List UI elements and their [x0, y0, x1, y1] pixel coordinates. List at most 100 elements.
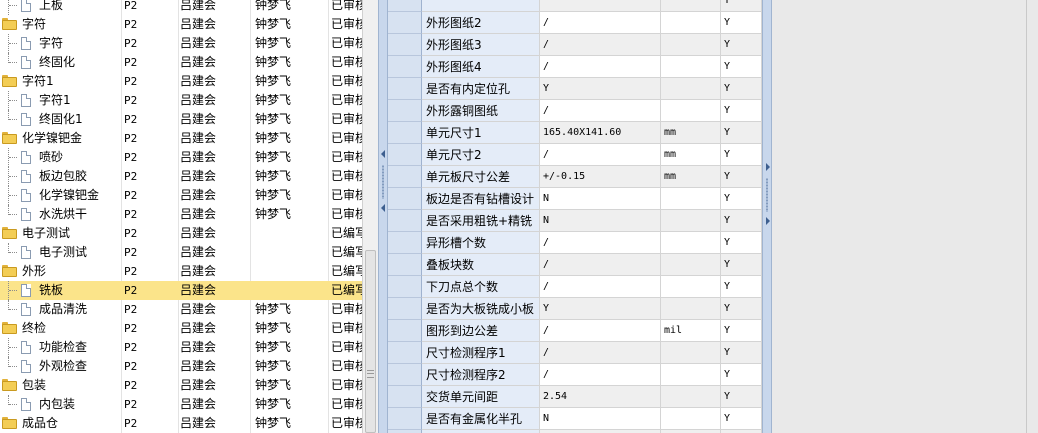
tree-item-row[interactable]: 水洗烘干 P2 吕建会 钟梦飞 已审核 — [0, 205, 362, 224]
tree-item-row[interactable]: 功能检查 P2 吕建会 钟梦飞 已审核 — [0, 338, 362, 357]
param-value-cell[interactable]: 165.40X141.60 — [540, 122, 661, 144]
grid-row[interactable]: 交货单元间距 2.54 Y — [388, 386, 762, 408]
param-value-cell[interactable]: / — [540, 144, 661, 166]
tree-scrollbar[interactable] — [362, 0, 379, 433]
tree-group-row[interactable]: 字符1 P2 吕建会 钟梦飞 已审核 — [0, 72, 362, 91]
tree-node[interactable]: 终检 — [0, 319, 120, 338]
param-value-cell[interactable]: / — [540, 12, 661, 34]
tree-node[interactable]: 化学镍钯金 — [0, 186, 120, 205]
tree-node[interactable]: 字符 — [0, 34, 120, 53]
tree-item-row[interactable]: 喷砂 P2 吕建会 钟梦飞 已审核 — [0, 148, 362, 167]
collapse-right-icon[interactable] — [766, 217, 770, 225]
tree-item-row[interactable]: 字符 P2 吕建会 钟梦飞 已审核 — [0, 34, 362, 53]
collapse-right-icon[interactable] — [766, 163, 770, 171]
parameter-grid[interactable]: Y 外形图纸2/Y 外形图纸3/Y 外形图纸4/Y 是否有内定位孔 Y Y 外形露铜图纸 / Y 单… — [388, 0, 762, 433]
grid-row[interactable]: 单元尺寸1 165.40X141.60 mm Y — [388, 122, 762, 144]
grid-row[interactable]: 单元尺寸2/mm Y — [388, 144, 762, 166]
grid-row[interactable]: 板边是否有钻槽设计 N Y — [388, 188, 762, 210]
right-splitter[interactable] — [762, 0, 772, 433]
tree-group-row[interactable]: 字符 P2 吕建会 钟梦飞 已审核 — [0, 15, 362, 34]
param-value-cell[interactable]: / — [540, 100, 661, 122]
param-value-cell[interactable]: / — [540, 276, 661, 298]
version-cell: P2 — [124, 303, 138, 316]
param-value-cell[interactable]: / — [540, 342, 661, 364]
param-value-cell[interactable]: / — [540, 232, 661, 254]
param-value-cell[interactable]: / — [540, 34, 661, 56]
tree-line — [9, 309, 17, 310]
collapse-left-icon[interactable] — [381, 150, 385, 158]
param-value-cell[interactable]: N — [540, 210, 661, 232]
tree-group-row[interactable]: 包装 P2 吕建会 钟梦飞 已审核 — [0, 376, 362, 395]
tree-group-row[interactable]: 电子测试 P2 吕建会 已编写 — [0, 224, 362, 243]
grid-row[interactable]: 单元板尺寸公差 +/-0.15 mm Y — [388, 166, 762, 188]
param-value-cell[interactable]: 2.54 — [540, 386, 661, 408]
param-value-cell[interactable]: +/-0.15 — [540, 166, 661, 188]
tree-group-row[interactable]: 终检 P2 吕建会 钟梦飞 已审核 — [0, 319, 362, 338]
param-value-cell[interactable]: Y — [540, 298, 661, 320]
param-value-cell[interactable]: Y — [540, 78, 661, 100]
grid-row[interactable]: 是否有金属化半孔 N Y — [388, 408, 762, 430]
tree-node[interactable]: 外观检查 — [0, 357, 120, 376]
tree-item-row[interactable]: 终固化1 P2 吕建会 钟梦飞 已审核 — [0, 110, 362, 129]
tree-node[interactable]: 水洗烘干 — [0, 205, 120, 224]
grid-row[interactable]: 是否有内定位孔 Y Y — [388, 78, 762, 100]
tree-node[interactable]: 终固化 — [0, 53, 120, 72]
tree-node[interactable]: 内包装 — [0, 395, 120, 414]
tree-item-row[interactable]: 外观检查 P2 吕建会 钟梦飞 已审核 — [0, 357, 362, 376]
tree-group-row[interactable]: 外形 P2 吕建会 已编写 — [0, 262, 362, 281]
tree-item-row[interactable]: 内包装 P2 吕建会 钟梦飞 已审核 — [0, 395, 362, 414]
grid-row[interactable]: 图形到边公差 / mil Y — [388, 320, 762, 342]
grid-row[interactable]: 外形图纸3/ Y — [388, 34, 762, 56]
param-value-cell[interactable]: / — [540, 320, 661, 342]
tree-item-row[interactable]: 铣板 P2 吕建会 已编写 — [0, 281, 362, 300]
param-value-cell[interactable]: N — [540, 408, 661, 430]
tree-node[interactable]: 铣板 — [0, 281, 120, 300]
tree-node[interactable]: 化学镍钯金 — [0, 129, 120, 148]
tree-node[interactable]: 电子测试 — [0, 243, 120, 262]
param-unit-cell — [661, 342, 721, 364]
grid-row[interactable]: 异形槽个数 / Y — [388, 232, 762, 254]
tree-item-row[interactable]: 字符1 P2 吕建会 钟梦飞 已审核 — [0, 91, 362, 110]
grid-row[interactable]: 外形露铜图纸 / Y — [388, 100, 762, 122]
scrollbar-thumb[interactable] — [365, 250, 376, 433]
tree-node[interactable]: 上板 — [0, 0, 120, 15]
tree-group-row[interactable]: 化学镍钯金 P2 吕建会 钟梦飞 已审核 — [0, 129, 362, 148]
tree-node[interactable]: 外形 — [0, 262, 120, 281]
tree-node[interactable]: 字符1 — [0, 72, 120, 91]
grid-row[interactable]: 叠板块数 / Y — [388, 254, 762, 276]
grid-row[interactable]: 尺寸检测程序2/ Y — [388, 364, 762, 386]
tree-node[interactable]: 字符1 — [0, 91, 120, 110]
grid-row[interactable]: Y — [388, 0, 762, 12]
param-value-cell[interactable] — [540, 0, 661, 12]
tree-item-row[interactable]: 化学镍钯金 P2 吕建会 钟梦飞 已审核 — [0, 186, 362, 205]
tree-item-row[interactable]: 上板 P2 吕建会 钟梦飞 已审核 — [0, 0, 362, 15]
grid-row[interactable]: 外形图纸2/ Y — [388, 12, 762, 34]
grid-row[interactable]: 是否为大板铣成小板 Y Y — [388, 298, 762, 320]
tree-node[interactable]: 成品仓 — [0, 414, 120, 433]
process-tree[interactable]: 上板 P2 吕建会 钟梦飞 已审核 字符 P2 吕建会 钟梦飞 已审核 字符 P2 吕建会 钟梦飞 已审核终… — [0, 0, 362, 433]
tree-node[interactable]: 电子测试 — [0, 224, 120, 243]
grid-row[interactable]: 下刀点总个数 / Y — [388, 276, 762, 298]
tree-item-row[interactable]: 电子测试 P2 吕建会 已编写 — [0, 243, 362, 262]
tree-group-row[interactable]: 成品仓 P2 吕建会 钟梦飞 已审核 — [0, 414, 362, 433]
tree-node[interactable]: 终固化1 — [0, 110, 120, 129]
tree-item-row[interactable]: 板边包胶 P2 吕建会 钟梦飞 已审核 — [0, 167, 362, 186]
tree-node[interactable]: 成品清洗 — [0, 300, 120, 319]
tree-node[interactable]: 包装 — [0, 376, 120, 395]
grid-row[interactable]: 外形图纸4/ Y — [388, 56, 762, 78]
grid-row[interactable]: 尺寸检测程序1/ Y — [388, 342, 762, 364]
param-value-cell[interactable]: / — [540, 254, 661, 276]
author-cell: 吕建会 — [180, 17, 217, 31]
tree-item-row[interactable]: 终固化 P2 吕建会 钟梦飞 已审核 — [0, 53, 362, 72]
tree-node[interactable]: 字符 — [0, 15, 120, 34]
collapse-left-icon[interactable] — [381, 204, 385, 212]
param-value-cell[interactable]: N — [540, 188, 661, 210]
tree-node[interactable]: 板边包胶 — [0, 167, 120, 186]
param-value-cell[interactable]: / — [540, 364, 661, 386]
tree-item-row[interactable]: 成品清洗 P2 吕建会 钟梦飞 已审核 — [0, 300, 362, 319]
tree-node[interactable]: 功能检查 — [0, 338, 120, 357]
tree-node[interactable]: 喷砂 — [0, 148, 120, 167]
param-value-cell[interactable]: / — [540, 56, 661, 78]
left-splitter[interactable] — [378, 0, 388, 433]
grid-row[interactable]: 是否采用粗铣+精铣 N Y — [388, 210, 762, 232]
